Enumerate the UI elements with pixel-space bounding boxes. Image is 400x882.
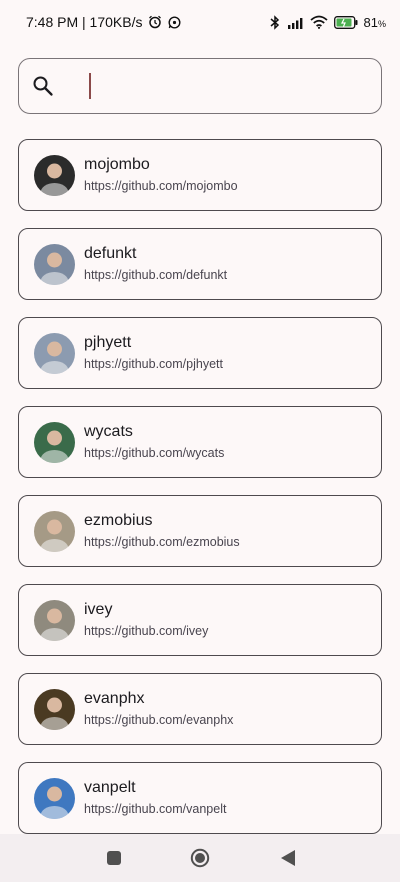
user-card[interactable]: ezmobius https://github.com/ezmobius	[18, 495, 382, 567]
avatar-image	[34, 688, 75, 730]
alarm-icon	[148, 15, 162, 29]
avatar	[34, 243, 75, 285]
user-card[interactable]: evanphx https://github.com/evanphx	[18, 673, 382, 745]
status-right: 81%	[269, 15, 386, 30]
user-list: mojombo https://github.com/mojombo defun…	[18, 139, 382, 851]
user-text: wycats https://github.com/wycats	[84, 422, 225, 461]
battery-percentage: 81%	[363, 14, 386, 30]
user-url: https://github.com/defunkt	[84, 267, 228, 282]
status-bar: 7:48 PM | 170KB/s 81%	[0, 0, 400, 44]
username: ivey	[84, 600, 113, 618]
user-text: defunkt https://github.com/defunkt	[84, 244, 228, 283]
avatar-image	[34, 332, 75, 374]
user-card[interactable]: vanpelt https://github.com/vanpelt	[18, 762, 382, 834]
search-box[interactable]	[18, 58, 382, 114]
user-url: https://github.com/evanphx	[84, 712, 234, 727]
bluetooth-icon	[269, 14, 281, 30]
user-text: ivey https://github.com/ivey	[84, 600, 209, 639]
avatar	[34, 510, 75, 552]
avatar	[34, 332, 75, 374]
user-url: https://github.com/pjhyett	[84, 356, 223, 371]
whatsapp-icon	[168, 15, 181, 29]
user-url: https://github.com/mojombo	[84, 178, 238, 193]
user-text: evanphx https://github.com/evanphx	[84, 689, 234, 728]
signal-icon	[287, 16, 304, 29]
username: ezmobius	[84, 511, 153, 529]
home-icon[interactable]	[190, 848, 210, 868]
user-url: https://github.com/wycats	[84, 445, 225, 460]
back-icon[interactable]	[278, 848, 298, 868]
username: mojombo	[84, 155, 150, 173]
avatar	[34, 777, 75, 819]
user-card[interactable]: mojombo https://github.com/mojombo	[18, 139, 382, 211]
avatar	[34, 421, 75, 463]
username: defunkt	[84, 244, 137, 262]
username: wycats	[84, 422, 133, 440]
battery-icon	[333, 15, 358, 29]
user-text: ezmobius https://github.com/ezmobius	[84, 511, 240, 550]
search-icon	[31, 74, 55, 98]
user-card[interactable]: wycats https://github.com/wycats	[18, 406, 382, 478]
user-card[interactable]: defunkt https://github.com/defunkt	[18, 228, 382, 300]
avatar-image	[34, 510, 75, 552]
user-text: vanpelt https://github.com/vanpelt	[84, 778, 227, 817]
user-text: mojombo https://github.com/mojombo	[84, 155, 238, 194]
username: evanphx	[84, 689, 145, 707]
search-input[interactable]	[69, 71, 349, 101]
user-url: https://github.com/vanpelt	[84, 801, 227, 816]
wifi-icon	[309, 15, 328, 29]
user-card[interactable]: ivey https://github.com/ivey	[18, 584, 382, 656]
user-url: https://github.com/ivey	[84, 623, 209, 638]
user-text: pjhyett https://github.com/pjhyett	[84, 333, 223, 372]
avatar-image	[34, 777, 75, 819]
avatar-image	[34, 154, 75, 196]
username: vanpelt	[84, 778, 136, 796]
user-card[interactable]: pjhyett https://github.com/pjhyett	[18, 317, 382, 389]
avatar-image	[34, 243, 75, 285]
avatar	[34, 599, 75, 641]
user-url: https://github.com/ezmobius	[84, 534, 240, 549]
avatar-image	[34, 599, 75, 641]
recent-apps-icon[interactable]	[104, 848, 124, 868]
text-cursor	[89, 73, 91, 99]
username: pjhyett	[84, 333, 132, 351]
system-nav-bar	[0, 834, 400, 882]
avatar	[34, 688, 75, 730]
avatar-image	[34, 421, 75, 463]
status-time: 7:48 PM | 170KB/s	[26, 14, 143, 30]
status-left: 7:48 PM | 170KB/s	[26, 14, 181, 30]
avatar	[34, 154, 75, 196]
